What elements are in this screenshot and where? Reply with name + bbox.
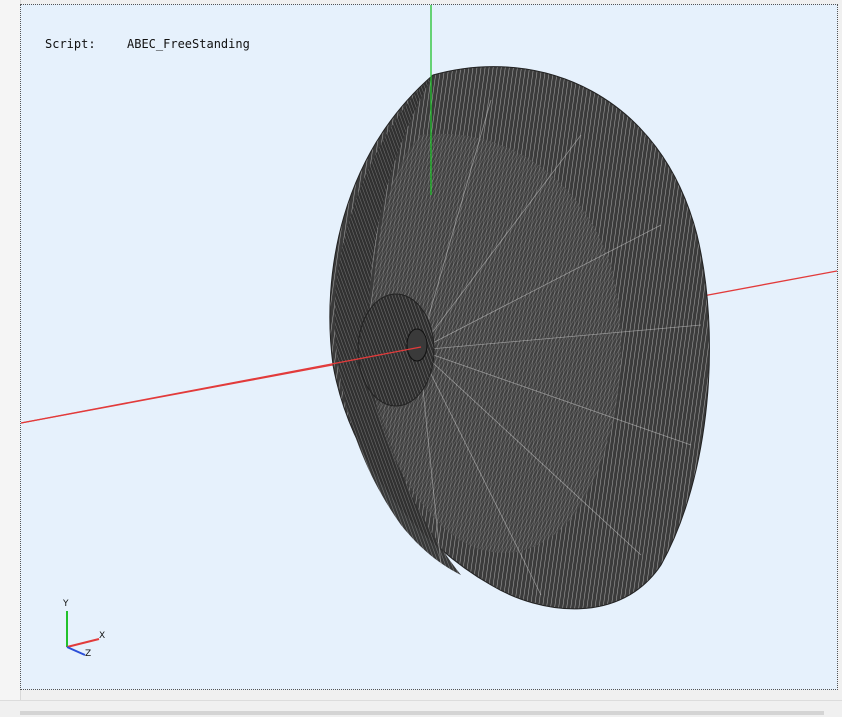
3d-viewport[interactable]: Script: ABEC_FreeStanding Y X Z [20, 4, 838, 690]
3d-scene[interactable] [21, 5, 837, 689]
gizmo-y-label: Y [63, 599, 69, 609]
orientation-gizmo [66, 611, 100, 656]
script-name: ABEC_FreeStanding [127, 37, 250, 51]
gizmo-z-label: Z [85, 649, 92, 659]
gizmo-x-label: X [99, 631, 106, 641]
waveguide-model[interactable] [329, 66, 710, 610]
script-label: Script: [45, 37, 96, 51]
abec-viewer-window: Script: ABEC_FreeStanding Y X Z [0, 0, 842, 717]
left-panel-edge [0, 0, 21, 700]
horizontal-scrollbar[interactable] [20, 711, 824, 715]
